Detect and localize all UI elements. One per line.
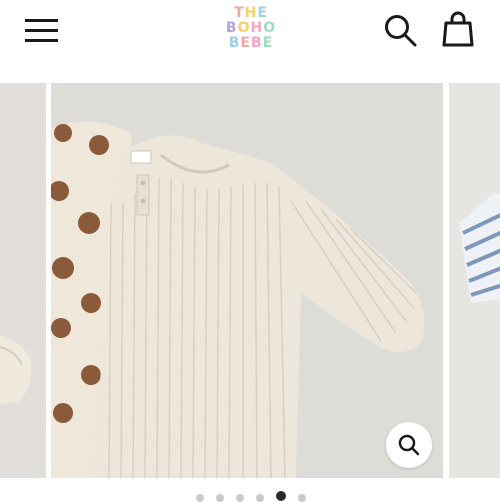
shopping-bag-icon [442,11,474,47]
pagination-dot[interactable] [216,494,224,502]
pagination-dot[interactable] [256,494,264,502]
store-logo[interactable]: THE BOHO BEBE [222,6,280,51]
next-slide-photo [449,83,500,478]
cart-button[interactable] [440,10,476,50]
zoom-magnifier-icon [398,434,420,456]
logo-line-the: THE [234,5,268,21]
menu-button[interactable] [22,14,62,48]
site-header: THE BOHO BEBE [0,0,500,80]
hamburger-menu-icon [25,19,58,42]
pagination-dot[interactable] [298,494,306,502]
zoom-button[interactable] [386,422,432,468]
main-product-image[interactable] [51,83,443,478]
logo-line-bebe: BEBE [228,35,274,51]
previous-slide-image[interactable] [0,83,46,478]
carousel-pagination [0,488,500,502]
previous-slide-photo [0,83,46,478]
product-image-carousel[interactable] [0,83,500,478]
pagination-dot[interactable] [236,494,244,502]
next-slide-image[interactable] [449,83,500,478]
product-photo-ribbed-henley [51,83,443,478]
logo-line-boho: BOHO [225,20,277,36]
search-icon [385,15,417,47]
pagination-dot[interactable] [196,494,204,502]
search-button[interactable] [382,12,420,50]
